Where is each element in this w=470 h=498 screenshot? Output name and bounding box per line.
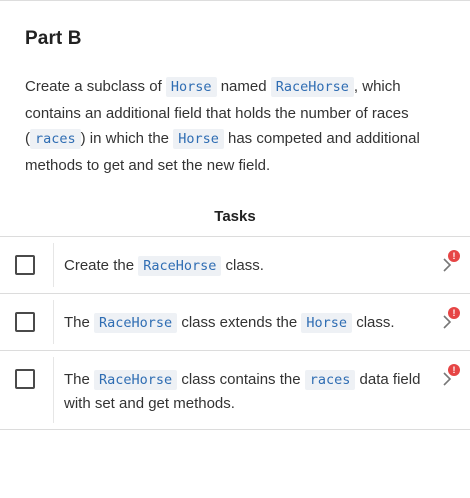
top-divider <box>0 0 470 1</box>
task-row[interactable]: The RaceHorse class contains the races d… <box>0 350 470 430</box>
task-text: The RaceHorse class contains the races d… <box>64 370 421 412</box>
row-divider <box>53 300 54 344</box>
alert-badge: ! <box>448 250 460 262</box>
code-racehorse: RaceHorse <box>138 256 222 276</box>
code-horse: Horse <box>165 77 217 97</box>
task-checkbox[interactable] <box>15 369 35 389</box>
task-row[interactable]: Create the RaceHorse class. ! <box>0 236 470 293</box>
task-checkbox[interactable] <box>15 255 35 275</box>
row-divider <box>53 243 54 287</box>
alert-badge: ! <box>448 364 460 376</box>
task-row[interactable]: The RaceHorse class extends the Horse cl… <box>0 293 470 350</box>
code-racehorse: RaceHorse <box>270 77 354 97</box>
task-text: The RaceHorse class extends the Horse cl… <box>64 313 395 333</box>
code-races: races <box>304 370 356 390</box>
instructions-section: Part B Create a subclass of Horse named … <box>25 28 455 178</box>
code-races: races <box>30 129 81 149</box>
code-horse: Horse <box>301 313 353 333</box>
part-title: Part B <box>25 28 82 49</box>
tasks-heading: Tasks <box>214 208 256 225</box>
task-checkbox[interactable] <box>15 312 35 332</box>
code-horse: Horse <box>173 129 224 149</box>
row-divider <box>53 357 54 423</box>
alert-badge: ! <box>448 307 460 319</box>
task-text: Create the RaceHorse class. <box>64 256 264 276</box>
instructions-text: Create a subclass of Horse named RaceHor… <box>25 77 420 174</box>
code-racehorse: RaceHorse <box>94 370 178 390</box>
code-racehorse: RaceHorse <box>94 313 178 333</box>
task-list: Create the RaceHorse class. ! The RaceHo… <box>0 236 470 430</box>
